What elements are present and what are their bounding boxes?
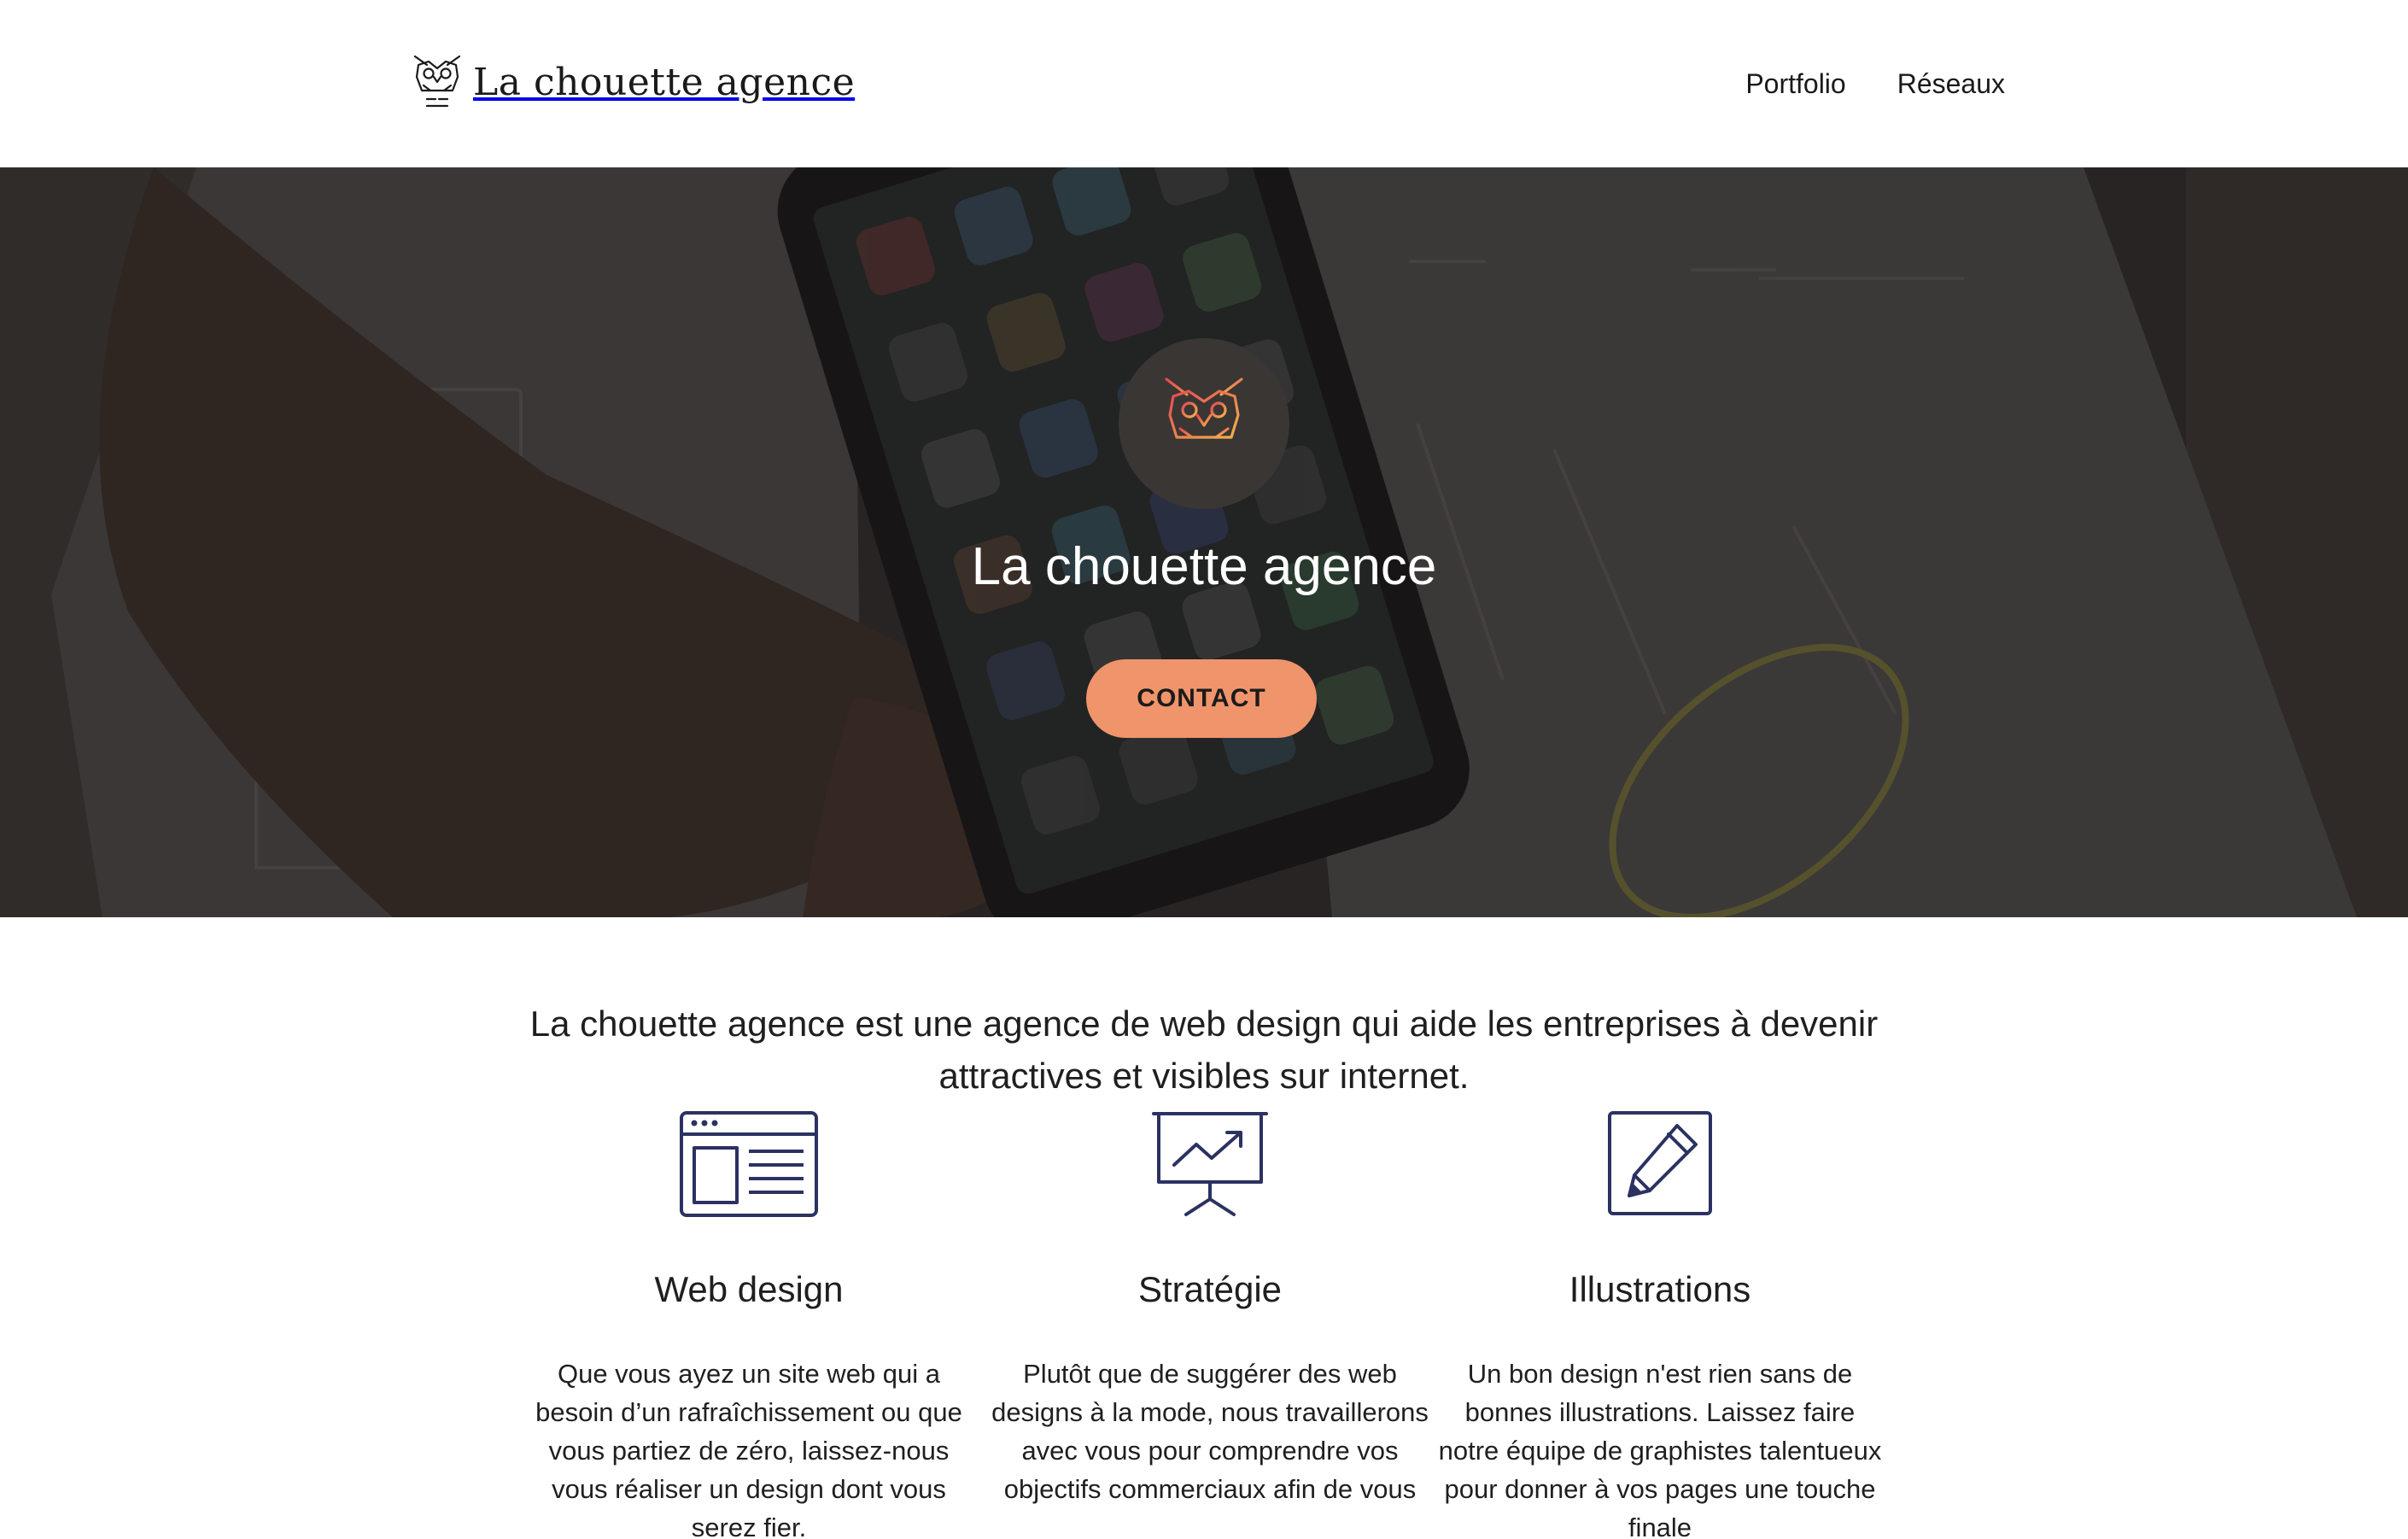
service-title: Stratégie [1137,1269,1283,1309]
hero-title: La chouette agence [971,537,1437,596]
service-card-web-design: Web design Que vous ayez un site web qui… [527,1110,971,1539]
service-card-strategie: Stratégie Plutôt que de suggérer des web… [988,1110,1432,1504]
service-description: Plutôt que de suggérer des web designs à… [991,1359,1429,1504]
hero-owl-badge [1119,338,1289,509]
browser-window-icon [680,1111,818,1217]
service-title: Web design [654,1269,844,1309]
service-description: Que vous ayez un site web qui a besoin d… [535,1359,962,1539]
contact-button[interactable]: CONTACT [1086,659,1317,738]
brand-link[interactable]: La chouette agence [412,51,855,113]
service-description: Un bon design n'est rien sans de bonnes … [1438,1359,1882,1539]
nav-link-reseaux[interactable]: Réseaux [1897,68,2005,100]
presentation-chart-icon [1152,1112,1268,1216]
pencil-square-icon [1608,1111,1712,1215]
nav-link-portfolio[interactable]: Portfolio [1745,68,1845,100]
service-card-illustrations: Illustrations Un bon design n'est rien s… [1438,1110,1882,1539]
service-title: Illustrations [1569,1269,1751,1309]
intro-text: La chouette agence est une agence de web… [529,1004,1879,1096]
owl-logo-icon [413,55,461,108]
owl-logo-icon [1165,377,1243,463]
brand-name: La chouette agence [473,60,856,104]
main-nav: Portfolio Réseaux [1745,68,2005,100]
hero-section: La chouette agence CONTACT [0,167,2408,917]
site-header: La chouette agence Portfolio Réseaux [0,0,2408,167]
